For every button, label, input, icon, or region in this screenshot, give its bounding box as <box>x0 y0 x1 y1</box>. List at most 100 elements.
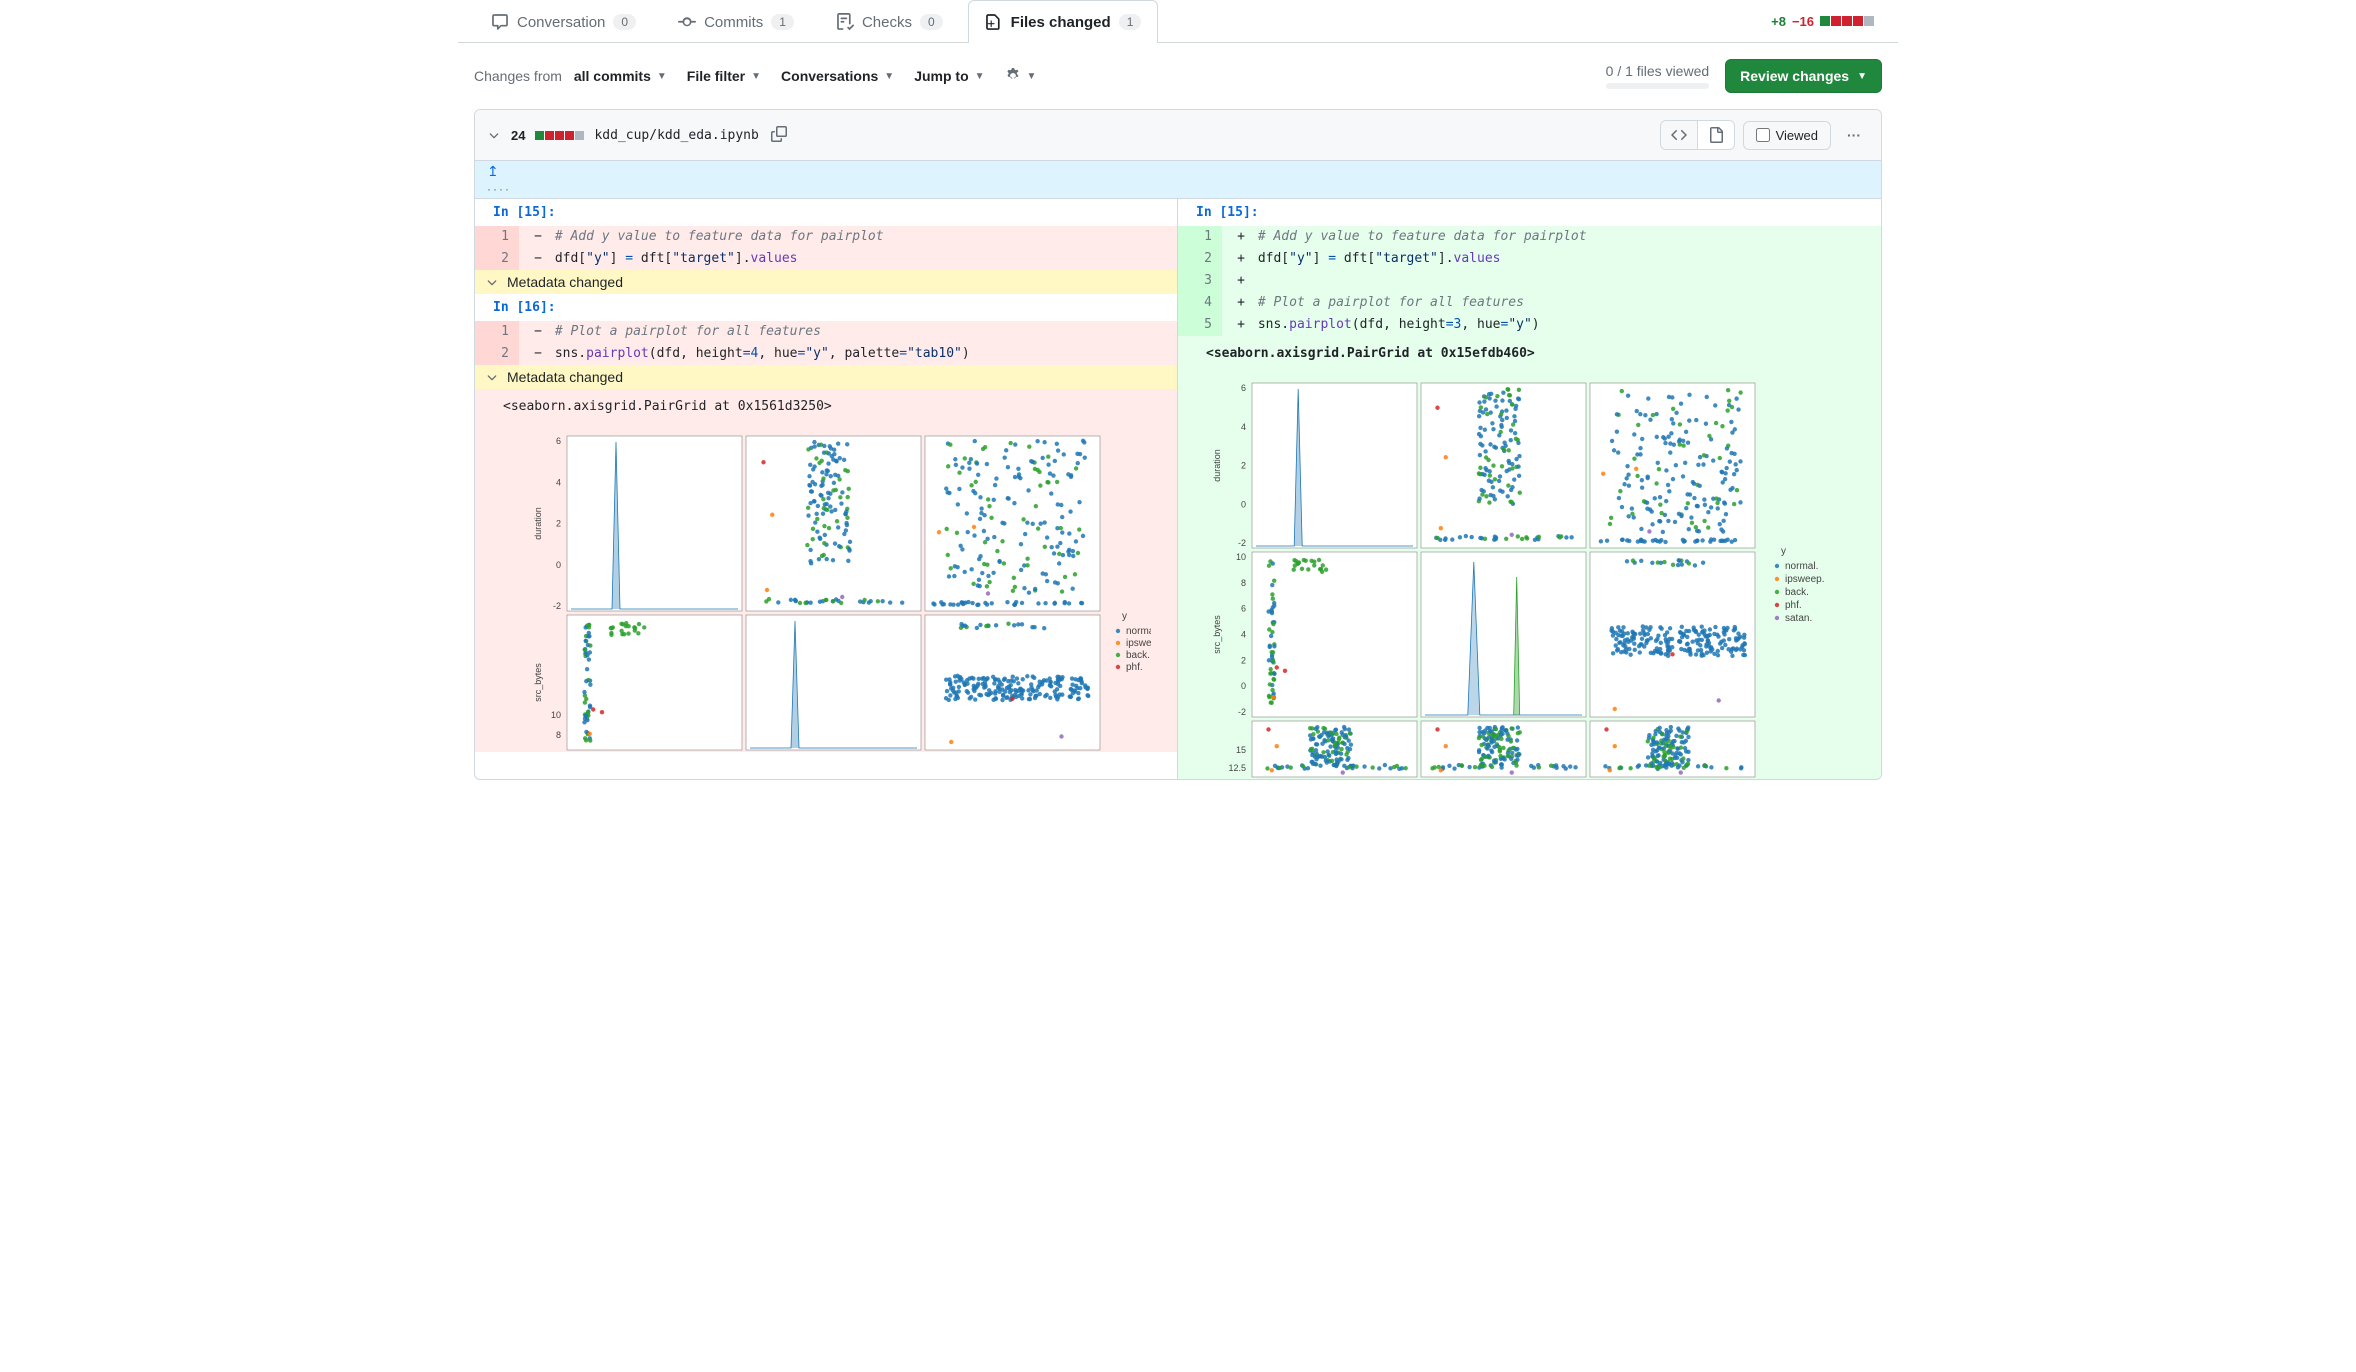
svg-text:back.: back. <box>1785 587 1809 598</box>
svg-text:y: y <box>1781 546 1786 557</box>
svg-text:ipsweep.: ipsweep. <box>1785 574 1824 585</box>
changes-from-dropdown[interactable]: Changes from all commits ▼ <box>474 68 667 84</box>
file-path[interactable]: kdd_cup/kdd_eda.ipynb <box>594 128 758 143</box>
file-header: 24 kdd_cup/kdd_eda.ipynb <box>475 110 1881 161</box>
cell-prompt: In [15]: <box>475 199 1177 226</box>
cell-prompt: In [15]: <box>1178 199 1881 226</box>
svg-text:duration: duration <box>1212 449 1222 482</box>
line-number: 3 <box>1178 270 1222 292</box>
diff-settings-dropdown[interactable]: ▼ <box>1005 68 1037 84</box>
svg-text:y: y <box>1122 611 1127 622</box>
label: Conversations <box>781 68 878 84</box>
diff-line[interactable]: 1− # Plot a pairplot for all features <box>475 321 1177 343</box>
svg-text:2: 2 <box>556 519 561 529</box>
code-icon <box>1671 127 1687 143</box>
line-number: 2 <box>1178 248 1222 270</box>
file-diff: 24 kdd_cup/kdd_eda.ipynb <box>474 109 1882 780</box>
cell-prompt: In [16]: <box>475 294 1177 321</box>
svg-text:0: 0 <box>556 560 561 570</box>
line-number: 1 <box>1178 226 1222 248</box>
svg-text:10: 10 <box>551 710 561 720</box>
diff-line[interactable]: 2− dfd["y"] = dft["target"].values <box>475 248 1177 270</box>
chevron-down-icon <box>485 275 499 289</box>
diff-line[interactable]: 4+ # Plot a pairplot for all features <box>1178 292 1881 314</box>
viewed-input[interactable] <box>1756 128 1770 142</box>
conversations-dropdown[interactable]: Conversations ▼ <box>781 68 894 84</box>
progress-bar <box>1606 83 1710 89</box>
svg-text:-2: -2 <box>1238 707 1246 717</box>
diff-line[interactable]: 3+ <box>1178 270 1881 292</box>
line-number: 2 <box>475 343 519 365</box>
viewed-checkbox[interactable]: Viewed <box>1743 121 1831 150</box>
svg-text:back.: back. <box>1126 650 1150 661</box>
tab-counter: 0 <box>613 14 636 30</box>
file-menu-button[interactable]: ··· <box>1839 121 1869 149</box>
copy-icon <box>771 126 787 142</box>
rich-diff-button[interactable] <box>1697 121 1734 149</box>
svg-text:duration: duration <box>533 507 543 540</box>
diff-line[interactable]: 5+ sns.pairplot(dfd, height=3, hue="y") <box>1178 314 1881 336</box>
pr-tabnav: Conversation 0 Commits 1 Checks 0 Files … <box>458 0 1898 43</box>
diff-side-left: In [15]: 1− # Add y value to feature dat… <box>475 199 1178 779</box>
expand-dots: ···· <box>487 182 511 196</box>
metadata-changed-row[interactable]: Metadata changed <box>475 270 1177 294</box>
svg-text:-2: -2 <box>553 601 561 611</box>
source-diff-button[interactable] <box>1661 121 1697 149</box>
plot-output-right: -20246duration-20246810src_bytes12.515yn… <box>1178 371 1881 779</box>
deletions-count: −16 <box>1792 14 1814 29</box>
diffstat-mini <box>535 131 584 140</box>
tab-commits[interactable]: Commits 1 <box>661 0 811 43</box>
label: Viewed <box>1776 128 1818 143</box>
tab-checks[interactable]: Checks 0 <box>819 0 960 43</box>
line-content: + # Plot a pairplot for all features <box>1222 292 1881 314</box>
svg-text:ipsweep.: ipsweep. <box>1126 638 1151 649</box>
tab-conversation[interactable]: Conversation 0 <box>474 0 653 43</box>
commit-icon <box>678 13 696 31</box>
svg-text:4: 4 <box>1241 422 1246 432</box>
line-number: 1 <box>475 226 519 248</box>
jump-to-dropdown[interactable]: Jump to ▼ <box>914 68 984 84</box>
diff-line[interactable]: 1+ # Add y value to feature data for pai… <box>1178 226 1881 248</box>
line-content: + <box>1222 270 1881 292</box>
tab-files-changed[interactable]: Files changed 1 <box>968 0 1159 43</box>
diff-line[interactable]: 1− # Add y value to feature data for pai… <box>475 226 1177 248</box>
svg-text:2: 2 <box>1241 655 1246 665</box>
label: Changes from <box>474 68 562 84</box>
svg-text:phf.: phf. <box>1126 662 1143 673</box>
copy-path-button[interactable] <box>769 124 789 147</box>
line-content: + sns.pairplot(dfd, height=3, hue="y") <box>1222 314 1881 336</box>
file-diff-icon <box>985 13 1003 31</box>
files-viewed-text: 0 / 1 files viewed <box>1606 63 1710 79</box>
line-number: 1 <box>475 321 519 343</box>
chevron-down-icon[interactable] <box>487 128 501 142</box>
review-changes-button[interactable]: Review changes ▼ <box>1725 59 1882 93</box>
pr-toolbar: Changes from all commits ▼ File filter ▼… <box>458 43 1898 109</box>
label: File filter <box>687 68 745 84</box>
svg-text:satan.: satan. <box>1785 613 1812 624</box>
diff-line[interactable]: 2− sns.pairplot(dfd, height=4, hue="y", … <box>475 343 1177 365</box>
output-text: <seaborn.axisgrid.PairGrid at 0x1561d325… <box>475 389 1177 424</box>
diffstat-summary: +8 −16 <box>1771 14 1882 29</box>
label: Review changes <box>1740 68 1849 84</box>
tab-label: Conversation <box>517 14 605 31</box>
svg-text:10: 10 <box>1236 552 1246 562</box>
diff-line[interactable]: 2+ dfd["y"] = dft["target"].values <box>1178 248 1881 270</box>
label: Jump to <box>914 68 968 84</box>
plot-output-left: -20246duration810src_bytesynormal.ipswee… <box>475 424 1177 752</box>
label: Metadata changed <box>507 274 623 290</box>
file-icon <box>1708 127 1724 143</box>
svg-text:-2: -2 <box>1238 538 1246 548</box>
file-filter-dropdown[interactable]: File filter ▼ <box>687 68 761 84</box>
tab-label: Checks <box>862 14 912 31</box>
expand-hunk-row[interactable]: ↥ ···· <box>475 161 1881 199</box>
svg-text:8: 8 <box>1241 578 1246 588</box>
metadata-changed-row[interactable]: Metadata changed <box>475 365 1177 389</box>
file-stat: 24 <box>511 128 525 143</box>
svg-text:0: 0 <box>1241 681 1246 691</box>
diffstat-blocks <box>1820 16 1874 26</box>
svg-text:6: 6 <box>1241 604 1246 614</box>
tab-label: Commits <box>704 14 763 31</box>
gear-icon <box>1005 68 1021 84</box>
tab-counter: 0 <box>920 14 943 30</box>
caret-down-icon: ▼ <box>657 71 667 82</box>
